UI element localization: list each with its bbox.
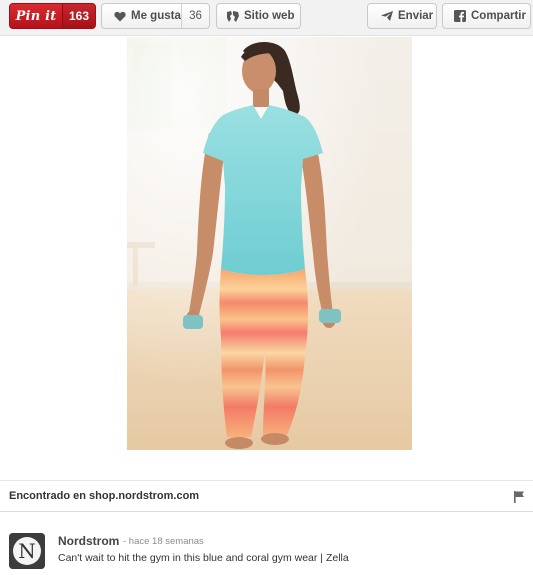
action-bar: Pin it 163 Me gusta 36 Sitio web Enviar …	[0, 0, 533, 34]
heart-icon	[113, 9, 127, 23]
pinner-info: N Nordstrom - hace 18 semanas Can't wait…	[0, 512, 533, 575]
website-label: Sitio web	[244, 10, 295, 22]
send-label: Enviar	[398, 10, 434, 22]
pin-it-label: Pin it	[15, 8, 57, 24]
facebook-icon	[453, 9, 467, 23]
send-button[interactable]: Enviar	[367, 3, 437, 29]
facebook-share-button[interactable]: Compartir	[442, 3, 531, 29]
pinner-avatar[interactable]: N	[9, 533, 45, 569]
pin-it-count: 163	[62, 4, 95, 28]
pin-description: Can't wait to hit the gym in this blue a…	[58, 552, 349, 564]
flag-icon[interactable]	[514, 490, 525, 503]
like-label: Me gusta	[131, 10, 181, 22]
source-bar: Encontrado en shop.nordstrom.com	[0, 480, 533, 512]
pin-it-button[interactable]: Pin it 163	[9, 3, 96, 29]
pin-timestamp: - hace 18 semanas	[123, 536, 204, 547]
send-icon	[380, 9, 394, 23]
pin-image-card	[0, 35, 533, 480]
like-count: 36	[181, 4, 209, 28]
source-link[interactable]: Encontrado en shop.nordstrom.com	[9, 490, 199, 502]
like-button[interactable]: Me gusta 36	[101, 3, 210, 29]
facebook-label: Compartir	[471, 10, 526, 22]
pinner-name[interactable]: Nordstrom	[58, 534, 119, 548]
avatar-letter: N	[18, 539, 36, 563]
pin-image[interactable]	[127, 37, 412, 450]
website-button[interactable]: Sitio web	[216, 3, 301, 29]
globe-icon	[226, 9, 240, 23]
